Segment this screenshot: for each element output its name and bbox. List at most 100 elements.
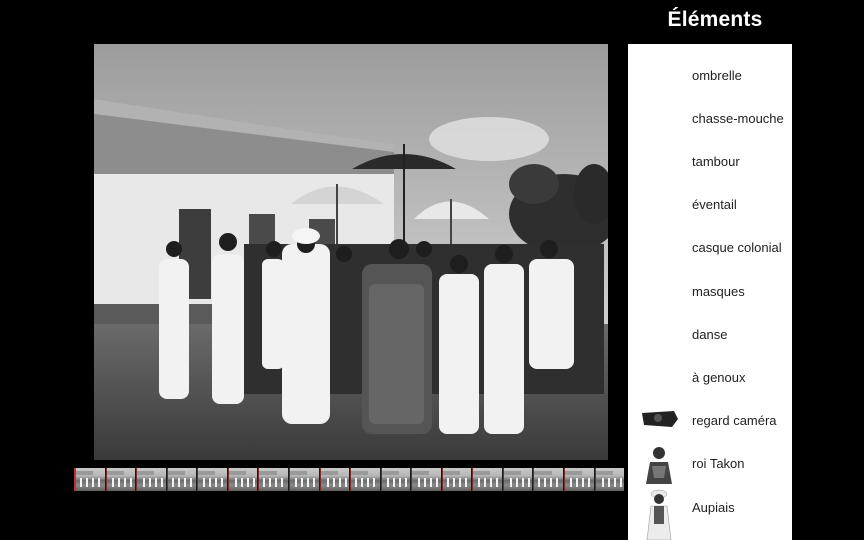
thumbnail-figure	[177, 478, 180, 487]
thumbnail-building	[534, 471, 552, 475]
thumbnail-building	[76, 471, 94, 475]
thumbnail-figure	[446, 478, 449, 487]
element-label: ombrelle	[692, 68, 742, 83]
filmstrip-thumbnail[interactable]	[350, 468, 380, 491]
thumbnail-figure	[117, 478, 120, 487]
film-still	[94, 44, 608, 460]
filmstrip-thumbnail[interactable]	[136, 468, 166, 491]
thumbnail-figure	[234, 478, 237, 487]
thumbnail-figure	[509, 478, 512, 487]
thumbnail-figure	[527, 478, 530, 487]
filmstrip-thumbnail[interactable]	[502, 468, 533, 491]
element-item-eventail[interactable]: éventail	[628, 185, 792, 225]
thumbnail-figure	[404, 478, 407, 487]
filmstrip[interactable]	[74, 468, 625, 491]
element-item-masques[interactable]: masques	[628, 272, 792, 312]
thumbnail-building	[503, 471, 521, 475]
element-item-chasse-mouche[interactable]: chasse-mouche	[628, 99, 792, 139]
thumbnail-figure	[588, 478, 590, 487]
filmstrip-thumbnail[interactable]	[411, 468, 441, 491]
element-item-tambour[interactable]: tambour	[628, 142, 792, 182]
element-item-aupiais[interactable]: Aupiais	[628, 488, 792, 540]
element-label: roi Takon	[692, 456, 745, 471]
filmstrip-thumbnail[interactable]	[441, 468, 472, 491]
thumbnail-figure	[269, 478, 272, 487]
thumbnail-figure	[252, 478, 255, 487]
thumbnail-figure	[478, 478, 481, 487]
thumbnail-figure	[86, 478, 88, 487]
filmstrip-thumbnail[interactable]	[319, 468, 350, 491]
element-label: Aupiais	[692, 500, 735, 515]
king-portrait-icon	[638, 444, 680, 484]
thumbnail-figure	[143, 478, 146, 487]
filmstrip-thumbnail[interactable]	[472, 468, 502, 491]
element-label: chasse-mouche	[692, 111, 784, 126]
thumbnail-figure	[171, 478, 174, 487]
filmstrip-thumbnail[interactable]	[380, 468, 411, 491]
thumbnail-figure	[221, 478, 224, 487]
element-label: à genoux	[692, 370, 746, 385]
thumbnail-figure	[392, 478, 395, 487]
video-player-frame[interactable]	[94, 44, 608, 460]
filmstrip-thumbnail[interactable]	[594, 468, 625, 491]
thumbnail-figure	[149, 478, 152, 487]
thumbnail-building	[289, 471, 308, 475]
filmstrip-thumbnail[interactable]	[166, 468, 197, 491]
face-thumbnail-icon	[638, 401, 680, 441]
thumbnail-figure	[294, 478, 297, 487]
thumbnail-figure	[619, 478, 622, 487]
thumbnail-figure	[344, 478, 347, 487]
thumbnail-figure	[607, 478, 610, 487]
thumbnail-figure	[326, 478, 329, 487]
filmstrip-thumbnail[interactable]	[105, 468, 136, 491]
thumbnail-figure	[418, 478, 421, 487]
element-item-casque-colonial[interactable]: casque colonial	[628, 228, 792, 268]
element-item-a-genoux[interactable]: à genoux	[628, 358, 792, 398]
thumbnail-building	[565, 471, 583, 475]
thumbnail-figure	[613, 478, 616, 487]
filmstrip-thumbnail[interactable]	[74, 468, 105, 491]
thumbnail-building	[228, 471, 246, 475]
thumbnail-figure	[111, 478, 114, 487]
elements-panel: ombrelle chasse-mouche tambour éventail …	[628, 44, 792, 540]
element-item-roi-takon[interactable]: roi Takon	[628, 444, 792, 484]
thumbnail-figure	[332, 478, 335, 487]
thumbnail-building	[167, 471, 185, 475]
thumbnail-figure	[80, 478, 82, 487]
thumbnail-figure	[576, 478, 578, 487]
thumbnail-figure	[300, 478, 303, 487]
thumbnail-figure	[436, 478, 439, 487]
filmstrip-thumbnail[interactable]	[258, 468, 288, 491]
thumbnail-figure	[275, 478, 278, 487]
thumbnail-figure	[189, 478, 192, 487]
element-item-ombrelle[interactable]: ombrelle	[628, 56, 792, 96]
thumbnail-figure	[338, 478, 341, 487]
thumbnail-figure	[263, 478, 266, 487]
thumbnail-building	[412, 471, 430, 475]
filmstrip-thumbnail[interactable]	[227, 468, 258, 491]
element-label: casque colonial	[692, 240, 782, 255]
thumbnail-figure	[464, 478, 467, 487]
thumbnail-figure	[246, 478, 249, 487]
thumbnail-figure	[98, 478, 100, 487]
filmstrip-thumbnail[interactable]	[288, 468, 319, 491]
thumbnail-figure	[129, 478, 132, 487]
thumbnail-figure	[312, 478, 315, 487]
thumbnail-figure	[484, 478, 487, 487]
thumbnail-figure	[386, 478, 389, 487]
thumbnail-building	[473, 471, 491, 475]
thumbnail-figure	[355, 478, 358, 487]
filmstrip-thumbnail[interactable]	[533, 468, 563, 491]
thumbnail-figure	[490, 478, 493, 487]
thumbnail-figure	[161, 478, 164, 487]
thumbnail-figure	[240, 478, 243, 487]
thumbnail-building	[381, 471, 399, 475]
filmstrip-thumbnail[interactable]	[197, 468, 227, 491]
thumbnail-figure	[155, 478, 158, 487]
thumbnail-figure	[183, 478, 186, 487]
filmstrip-thumbnail[interactable]	[564, 468, 594, 491]
thumbnail-figure	[496, 478, 499, 487]
element-item-danse[interactable]: danse	[628, 315, 792, 355]
element-item-regard-camera[interactable]: regard caméra	[628, 401, 792, 441]
thumbnail-figure	[424, 478, 427, 487]
